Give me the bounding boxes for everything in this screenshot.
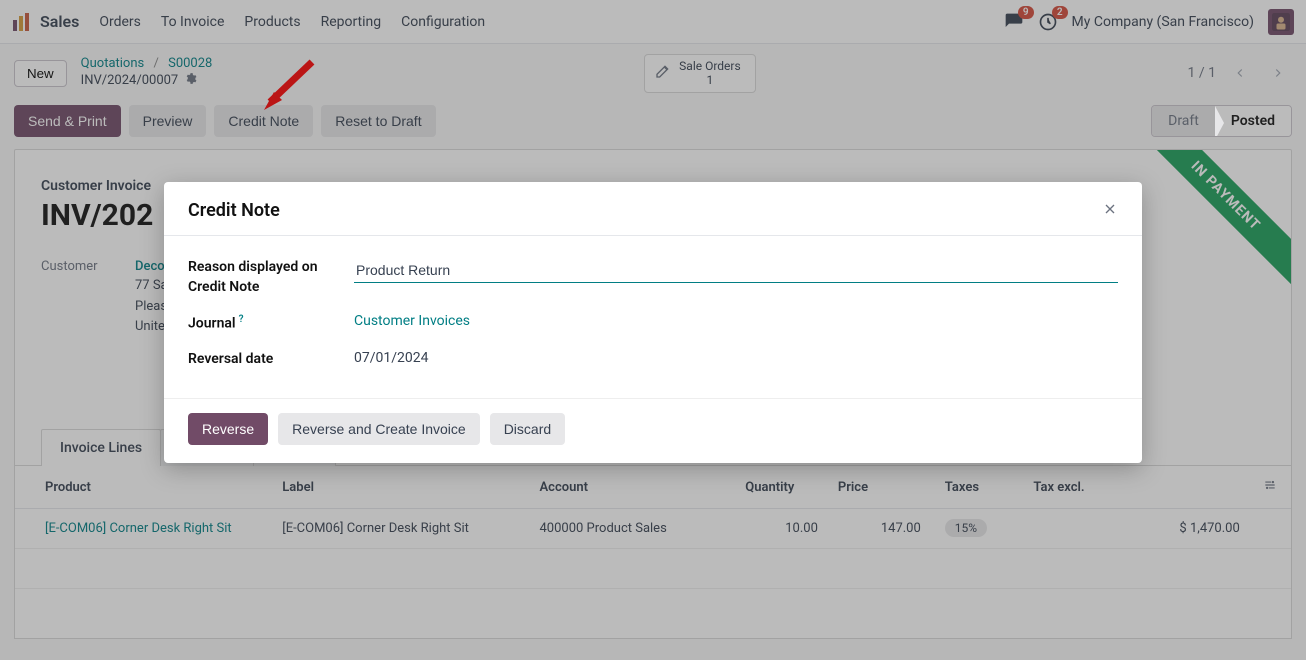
journal-value[interactable]: Customer Invoices xyxy=(354,313,1118,329)
modal-title: Credit Note xyxy=(188,200,280,221)
credit-note-modal: Credit Note Reason displayed on Credit N… xyxy=(164,182,1142,463)
reversal-date-label: Reversal date xyxy=(188,350,354,370)
reverse-button[interactable]: Reverse xyxy=(188,413,268,445)
discard-button[interactable]: Discard xyxy=(490,413,565,445)
help-icon[interactable]: ? xyxy=(239,314,244,325)
reversal-date-value[interactable]: 07/01/2024 xyxy=(354,350,1118,366)
journal-label: Journal? xyxy=(188,313,354,334)
modal-close-button[interactable] xyxy=(1102,201,1118,221)
reverse-create-button[interactable]: Reverse and Create Invoice xyxy=(278,413,480,445)
reason-label: Reason displayed on Credit Note xyxy=(188,258,354,297)
reason-input[interactable] xyxy=(354,258,1118,283)
